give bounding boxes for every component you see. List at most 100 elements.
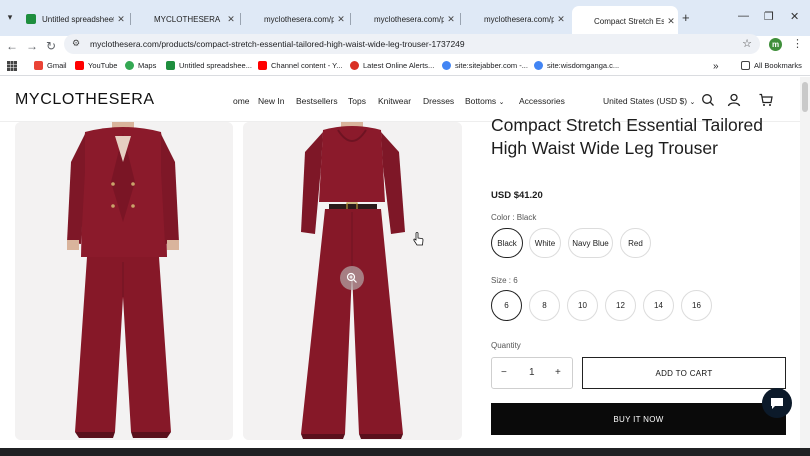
bookmark-label: Untitled spreadshee... [179, 61, 252, 70]
close-tab-icon[interactable]: ✕ [554, 14, 568, 25]
more-bookmarks-icon[interactable]: » [713, 61, 719, 72]
product-title: Compact Stretch Essential Tailored High … [491, 115, 764, 158]
bookmark-spreadsheet[interactable]: Untitled spreadshee... [166, 61, 252, 70]
bookmark-label: Gmail [47, 61, 67, 70]
product-image-blouse[interactable] [243, 122, 462, 440]
chat-button[interactable] [762, 388, 792, 418]
browser-menu-icon[interactable]: ⋮ [792, 37, 803, 50]
hand-cursor-icon [413, 232, 424, 246]
nav-home[interactable]: ome [233, 96, 250, 106]
google-icon [534, 61, 543, 70]
close-tab-icon[interactable]: ✕ [334, 14, 348, 25]
tab-title: myclothesera.com/p [484, 14, 554, 24]
increment-button[interactable]: + [555, 367, 561, 378]
bookmark-youtube[interactable]: YouTube [75, 61, 117, 70]
bookmark-star-icon[interactable]: ☆ [742, 37, 752, 50]
bookmark-label: YouTube [88, 61, 118, 70]
tab-search-icon[interactable]: ▾ [2, 9, 18, 25]
bookmark-channel-content[interactable]: Channel content - Y... [258, 61, 342, 70]
tab-separator [130, 13, 131, 25]
color-option-red[interactable]: Red [620, 228, 651, 258]
nav-bottoms-label: Bottoms [465, 96, 497, 106]
sheets-icon [166, 61, 175, 70]
all-bookmarks-label: All Bookmarks [754, 61, 802, 70]
site-info-icon[interactable]: ⚙ [72, 38, 80, 49]
quantity-stepper: − 1 + [491, 357, 573, 389]
search-icon[interactable] [701, 93, 715, 107]
nav-knitwear[interactable]: Knitwear [378, 96, 411, 106]
google-icon [442, 61, 451, 70]
decrement-button[interactable]: − [501, 367, 507, 378]
color-label: Color : Black [491, 213, 537, 222]
tab-title: Compact Stretch Esse [594, 16, 664, 26]
currency-selector[interactable]: United States (USD $) ⌄ [603, 96, 695, 106]
cart-icon[interactable] [759, 93, 773, 107]
tab-separator [350, 13, 351, 25]
site-logo[interactable]: MYCLOTHESERA [15, 91, 155, 109]
account-icon[interactable] [727, 93, 741, 107]
nav-bestsellers[interactable]: Bestsellers [296, 96, 338, 106]
size-option-16[interactable]: 16 [681, 290, 712, 321]
restore-icon[interactable]: ❐ [764, 10, 774, 23]
size-option-12[interactable]: 12 [605, 290, 636, 321]
browser-tab[interactable]: Untitled spreadsheet ✕ [20, 8, 128, 30]
scrollbar-thumb[interactable] [802, 82, 808, 112]
size-label: Size : 6 [491, 276, 518, 285]
browser-tab-active[interactable]: Compact Stretch Esse ✕ [572, 6, 678, 36]
tab-title: MYCLOTHESERA [154, 14, 221, 24]
color-option-white[interactable]: White [529, 228, 561, 258]
close-tab-icon[interactable]: ✕ [224, 14, 238, 25]
tab-separator [460, 13, 461, 25]
reload-icon[interactable]: ↻ [46, 39, 56, 53]
nav-dresses[interactable]: Dresses [423, 96, 454, 106]
forward-icon[interactable]: → [26, 39, 38, 53]
size-option-8[interactable]: 8 [529, 290, 560, 321]
browser-tab[interactable]: MYCLOTHESERA ✕ [132, 8, 238, 30]
nav-bottoms[interactable]: Bottoms ⌄ [465, 96, 504, 106]
tab-title: myclothesera.com/p [374, 14, 444, 24]
size-option-6[interactable]: 6 [491, 290, 522, 321]
bookmark-wisdomganga[interactable]: site:wisdomganga.c... [534, 61, 619, 70]
bookmark-gmail[interactable]: Gmail [34, 61, 67, 70]
browser-tab[interactable]: myclothesera.com/p ✕ [242, 8, 348, 30]
all-bookmarks[interactable]: All Bookmarks [741, 61, 802, 70]
size-option-10[interactable]: 10 [567, 290, 598, 321]
browser-tab[interactable]: myclothesera.com/p ✕ [352, 8, 458, 30]
close-tab-icon[interactable]: ✕ [444, 14, 458, 25]
currency-label: United States (USD $) [603, 96, 688, 106]
product-image-suit[interactable] [15, 122, 233, 440]
page-scrollbar[interactable] [800, 77, 810, 448]
minimize-icon[interactable]: — [738, 10, 749, 22]
nav-tops[interactable]: Tops [348, 96, 366, 106]
buy-now-button[interactable]: BUY IT NOW [491, 403, 786, 435]
apps-grid-icon[interactable] [7, 61, 17, 71]
color-option-navy-blue[interactable]: Navy Blue [568, 228, 613, 258]
address-bar[interactable]: ⚙ myclothesera.com/products/compact-stre… [64, 34, 760, 54]
back-icon[interactable]: ← [6, 39, 18, 53]
add-to-cart-button[interactable]: ADD TO CART [582, 357, 786, 389]
size-option-14[interactable]: 14 [643, 290, 674, 321]
color-option-black[interactable]: Black [491, 228, 523, 258]
page-icon [248, 14, 258, 24]
bookmark-sitejabber[interactable]: site:sitejabber.com -... [442, 61, 528, 70]
profile-avatar[interactable]: m [769, 38, 782, 51]
nav-new-in[interactable]: New In [258, 96, 284, 106]
close-tab-icon[interactable]: ✕ [114, 14, 128, 25]
quantity-label: Quantity [491, 341, 521, 350]
page-icon [468, 14, 478, 24]
youtube-icon [75, 61, 84, 70]
chat-bubble-icon [771, 397, 783, 409]
zoom-icon[interactable] [340, 266, 364, 290]
close-window-icon[interactable]: ✕ [790, 10, 799, 23]
quantity-value[interactable]: 1 [529, 367, 535, 378]
browser-tab[interactable]: myclothesera.com/p ✕ [462, 8, 568, 30]
bookmark-latest-alerts[interactable]: Latest Online Alerts... [350, 61, 434, 70]
model-suit-illustration [15, 122, 233, 440]
taskbar-strip [0, 448, 810, 456]
tab-title: Untitled spreadsheet [42, 14, 114, 24]
bookmark-maps[interactable]: Maps [125, 61, 156, 70]
page-icon [578, 16, 588, 26]
nav-accessories[interactable]: Accessories [519, 96, 565, 106]
close-tab-icon[interactable]: ✕ [664, 16, 678, 27]
new-tab-button[interactable]: + [682, 10, 690, 25]
